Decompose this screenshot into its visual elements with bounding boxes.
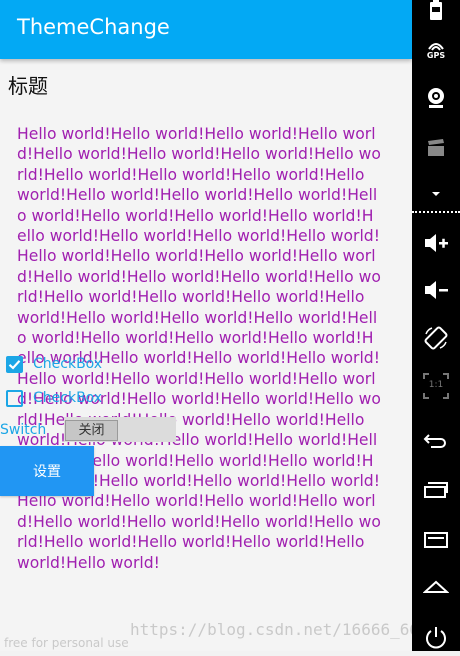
volume-down-icon[interactable] <box>412 272 460 308</box>
pixel-ratio-icon[interactable]: 1:1 <box>412 368 460 404</box>
checkbox-1[interactable]: CheckBox <box>6 352 156 376</box>
checkbox-label: CheckBox <box>33 356 103 372</box>
clapperboard-icon[interactable] <box>412 130 460 166</box>
gps-icon[interactable]: GPS <box>412 32 460 68</box>
app-bar: ThemeChange <box>0 0 412 59</box>
volume-up-icon[interactable] <box>412 225 460 261</box>
recent-apps-icon[interactable] <box>412 472 460 508</box>
page-heading: 标题 <box>8 74 48 98</box>
checkbox-label: CheckBox <box>33 390 103 406</box>
dropdown-icon[interactable] <box>412 184 460 204</box>
checkbox-2[interactable]: CheckBox <box>6 386 156 410</box>
switch-toggle[interactable]: 关闭 <box>64 417 176 442</box>
camera-icon[interactable] <box>412 80 460 116</box>
home-icon[interactable] <box>412 568 460 604</box>
ratio-label: 1:1 <box>428 380 444 390</box>
toolbar-divider <box>412 211 460 213</box>
battery-icon[interactable] <box>412 0 460 28</box>
checkbox-checked-icon <box>6 355 23 373</box>
switch-row: Switch 关闭 <box>0 417 180 443</box>
app-title: ThemeChange <box>17 15 170 39</box>
menu-icon[interactable] <box>412 522 460 558</box>
emulator-toolbar: GPS 1:1 <box>412 0 460 651</box>
gps-label: GPS <box>426 50 446 60</box>
app-screen: ThemeChange 标题 Hello world!Hello world!H… <box>0 0 438 651</box>
back-icon[interactable] <box>412 423 460 459</box>
settings-button[interactable]: 设置 <box>0 446 94 496</box>
watermark-text: free for personal use <box>4 636 129 650</box>
rotate-icon[interactable] <box>412 320 460 356</box>
switch-label: Switch <box>0 422 47 438</box>
checkbox-unchecked-icon <box>6 389 23 407</box>
switch-thumb: 关闭 <box>65 420 118 441</box>
hello-world-text: Hello world!Hello world!Hello world!Hell… <box>17 125 381 572</box>
watermark-url: https://blog.csdn.net/16666_6666 <box>130 620 439 639</box>
